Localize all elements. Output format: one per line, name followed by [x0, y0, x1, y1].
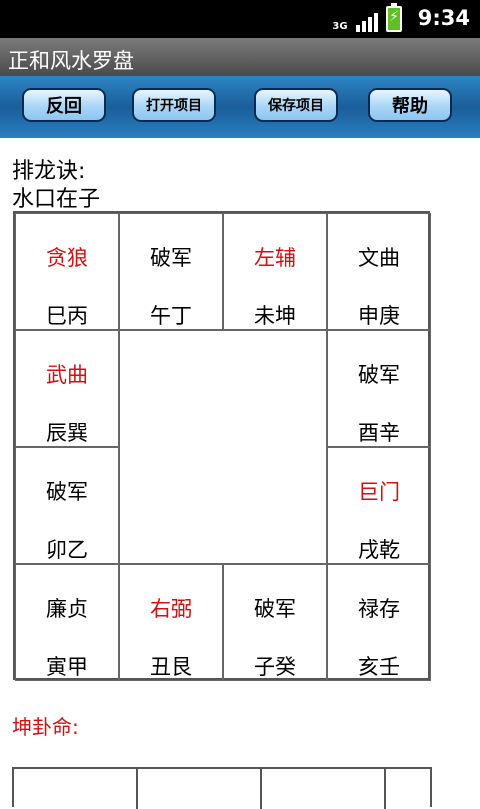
bottom-table-cell [14, 769, 138, 809]
center-box [119, 330, 327, 564]
direction-pair: 午丁 [150, 304, 192, 328]
grid-cell: 禄存 亥壬 [327, 564, 431, 681]
grid-cell: 廉贞 寅甲 [15, 564, 119, 681]
star-name: 左辅 [254, 246, 296, 270]
direction-pair: 酉辛 [358, 421, 400, 445]
star-name: 文曲 [358, 246, 400, 270]
direction-pair: 卯乙 [46, 538, 88, 562]
star-name: 破军 [254, 597, 296, 621]
destiny-label: 坤卦命: [12, 715, 79, 739]
star-name: 贪狼 [46, 246, 88, 270]
star-name: 武曲 [46, 363, 88, 387]
direction-pair: 戌乾 [358, 538, 400, 562]
grid-cell: 文曲 申庚 [327, 213, 431, 330]
direction-pair: 申庚 [358, 304, 400, 328]
grid-cell: 巨门 戌乾 [327, 447, 431, 564]
grid-cell: 贪狼 巳丙 [15, 213, 119, 330]
grid-cell: 破军 酉辛 [327, 330, 431, 447]
star-name: 巨门 [358, 480, 400, 504]
water-outlet-label: 水口在子 [12, 187, 101, 212]
save-project-button[interactable]: 保存项目 [254, 88, 338, 122]
grid-cell: 武曲 辰巽 [15, 330, 119, 447]
grid-cell: 破军 午丁 [119, 213, 223, 330]
direction-pair: 子癸 [254, 655, 296, 679]
direction-pair: 辰巽 [46, 421, 88, 445]
grid-cell: 右弼 丑艮 [119, 564, 223, 681]
compass-grid: 贪狼 巳丙 破军 午丁 左辅 未坤 文曲 申庚 武曲 辰巽 破军 酉辛 破军 卯乙 巨门 戌乾 廉贞 寅甲 右弼 丑艮… [13, 211, 431, 681]
status-bar: 3G ⚡ 9:34 [0, 0, 480, 38]
direction-pair: 寅甲 [46, 655, 88, 679]
direction-pair: 丑艮 [150, 655, 192, 679]
signal-icon [356, 13, 378, 32]
battery-charging-icon: ⚡ [386, 3, 402, 32]
open-project-button[interactable]: 打开项目 [132, 88, 216, 122]
status-icons: 3G ⚡ [332, 3, 402, 32]
status-time: 9:34 [417, 6, 470, 30]
star-name: 破军 [150, 246, 192, 270]
bottom-table-cell [138, 769, 262, 809]
grid-cell: 破军 子癸 [223, 564, 327, 681]
network-type-icon: 3G [332, 21, 348, 32]
star-name: 禄存 [358, 597, 400, 621]
star-name: 破军 [358, 363, 400, 387]
toolbar: 反回 打开项目 保存项目 帮助 [0, 76, 480, 138]
star-name: 右弼 [150, 597, 192, 621]
direction-pair: 巳丙 [46, 304, 88, 328]
direction-pair: 亥壬 [358, 655, 400, 679]
help-button[interactable]: 帮助 [368, 88, 452, 122]
bottom-table [12, 767, 432, 809]
star-name: 破军 [46, 480, 88, 504]
direction-pair: 未坤 [254, 304, 296, 328]
title-bar: 正和风水罗盘 [0, 38, 480, 76]
bottom-table-cell [262, 769, 386, 809]
grid-cell: 破军 卯乙 [15, 447, 119, 564]
star-name: 廉贞 [46, 597, 88, 621]
back-button[interactable]: 反回 [22, 88, 106, 122]
app-title: 正和风水罗盘 [8, 49, 134, 73]
grid-cell: 左辅 未坤 [223, 213, 327, 330]
